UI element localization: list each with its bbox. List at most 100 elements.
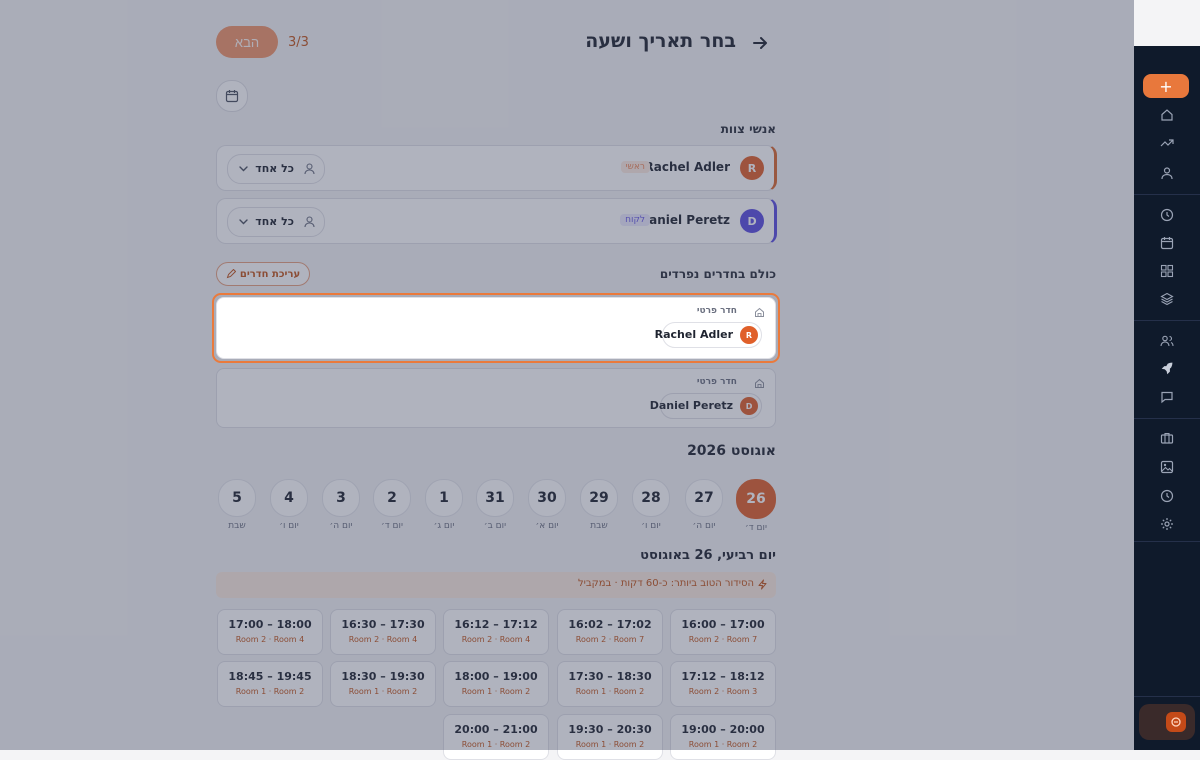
rooms-section-label: כולם בחדרים נפרדים (659, 267, 776, 281)
next-button[interactable]: הבא (216, 26, 278, 58)
slot-time: 18:30 – 19:30 (341, 670, 425, 683)
day-29[interactable]: 29 שבת (579, 479, 619, 531)
scope-label: כל אחד (255, 162, 294, 175)
slot-rooms: Room 2 · Room 4 (235, 635, 305, 644)
user-icon[interactable] (1160, 166, 1174, 180)
slot-time: 17:00 – 18:00 (228, 618, 312, 631)
day-number: 3 (322, 479, 360, 517)
divider (1134, 541, 1200, 542)
trending-icon[interactable] (1160, 136, 1174, 150)
time-slot[interactable]: 16:00 – 17:00 Room 2 · Room 7 (670, 609, 776, 655)
selected-day-heading: יום רביעי, 26 באוגוסט (640, 548, 776, 563)
scope-select[interactable]: כל אחד (227, 154, 325, 184)
avatar: D (740, 209, 764, 233)
time-slot[interactable]: 17:00 – 18:00 Room 2 · Room 4 (217, 609, 323, 655)
slot-rooms: Room 2 · Room 4 (461, 635, 531, 644)
time-slot[interactable]: 17:12 – 18:12 Room 2 · Room 3 (670, 661, 776, 707)
day-name: שבת (228, 521, 246, 531)
scope-label: כל אחד (255, 215, 294, 228)
slot-time: 16:30 – 17:30 (341, 618, 425, 631)
time-slot[interactable]: 19:00 – 20:00 Room 1 · Room 2 (670, 714, 776, 760)
best-arrangement-banner: הסידור הטוב ביותר: כ-60 דקות · במקביל (216, 572, 776, 598)
time-slot[interactable]: 20:00 – 21:00 Room 1 · Room 2 (443, 714, 549, 760)
slot-time: 18:45 – 19:45 (228, 670, 312, 683)
time-slot[interactable]: 16:02 – 17:02 Room 2 · Room 7 (557, 609, 663, 655)
slot-rooms: Room 2 · Room 7 (575, 635, 645, 644)
page-title: בחר תאריך ושעה (585, 30, 736, 52)
users-icon[interactable] (1160, 334, 1174, 348)
lightning-icon (757, 579, 768, 590)
person-name: Daniel Peretz (649, 399, 733, 412)
back-arrow-icon[interactable] (750, 33, 770, 53)
header: בחר תאריך ושעה 3/3 הבא (216, 26, 776, 60)
day-27[interactable]: 27 יום ה׳ (684, 479, 724, 531)
day-2[interactable]: 2 יום ד׳ (372, 479, 412, 531)
brand-button[interactable] (1139, 704, 1195, 740)
room-card-private-2[interactable]: חדר פרטי D Daniel Peretz (216, 368, 776, 428)
day-5[interactable]: 5 שבת (217, 479, 257, 531)
home-icon[interactable] (1160, 108, 1174, 122)
settings-icon[interactable] (1160, 517, 1174, 531)
grid-icon[interactable] (1160, 264, 1174, 278)
day-30[interactable]: 30 יום א׳ (527, 479, 567, 531)
staff-name: Rachel Adler (644, 160, 730, 174)
day-name: יום ד׳ (381, 521, 403, 531)
pencil-icon (226, 269, 236, 279)
avatar: D (740, 397, 758, 415)
day-number: 31 (476, 479, 514, 517)
slot-rooms: Room 2 · Room 7 (688, 635, 758, 644)
history-icon[interactable] (1160, 489, 1174, 503)
time-slot[interactable]: 16:12 – 17:12 Room 2 · Room 4 (443, 609, 549, 655)
slot-rooms: Room 1 · Room 2 (688, 740, 758, 749)
time-slot[interactable]: 17:30 – 18:30 Room 1 · Room 2 (557, 661, 663, 707)
clock-icon[interactable] (1160, 208, 1174, 222)
time-slot[interactable]: 18:45 – 19:45 Room 1 · Room 2 (217, 661, 323, 707)
message-icon[interactable] (1160, 390, 1174, 404)
day-number: 27 (685, 479, 723, 517)
user-icon (303, 162, 316, 175)
day-name: יום ו׳ (279, 521, 299, 531)
chevron-down-icon (238, 216, 249, 227)
user-icon (303, 215, 316, 228)
slot-rooms: Room 1 · Room 2 (348, 687, 418, 696)
layers-icon[interactable] (1160, 292, 1174, 306)
day-name: שבת (590, 521, 608, 531)
time-slot[interactable]: 19:30 – 20:30 Room 1 · Room 2 (557, 714, 663, 760)
person-chip: D Daniel Peretz (650, 393, 762, 419)
day-name: יום ג׳ (433, 521, 455, 531)
calendar-button[interactable] (216, 80, 248, 112)
edit-rooms-button[interactable]: עריכת חדרים (216, 262, 310, 286)
time-slot[interactable]: 16:30 – 17:30 Room 2 · Room 4 (330, 609, 436, 655)
slot-rooms: Room 1 · Room 2 (235, 687, 305, 696)
day-28[interactable]: 28 יום ו׳ (631, 479, 671, 531)
day-3[interactable]: 3 יום ה׳ (321, 479, 361, 531)
slot-rooms: Room 1 · Room 2 (461, 687, 531, 696)
add-button[interactable]: + (1143, 74, 1189, 98)
room-card-private-1[interactable]: חדר פרטי R Rachel Adler (212, 293, 780, 363)
rocket-icon[interactable] (1160, 362, 1174, 376)
calendar-icon (225, 89, 239, 103)
day-26[interactable]: 26 יום ד׳ (736, 479, 776, 533)
briefcase-icon[interactable] (1160, 431, 1174, 445)
day-name: יום ה׳ (329, 521, 353, 531)
scope-select[interactable]: כל אחד (227, 207, 325, 237)
slot-time: 16:00 – 17:00 (681, 618, 765, 631)
avatar: R (740, 156, 764, 180)
role-badge: ראשי (620, 161, 650, 173)
calendar-icon[interactable] (1160, 236, 1174, 250)
day-number: 28 (632, 479, 670, 517)
divider (1134, 320, 1200, 321)
day-31[interactable]: 31 יום ב׳ (475, 479, 515, 531)
slot-time: 19:30 – 20:30 (568, 723, 652, 736)
divider (1134, 696, 1200, 697)
time-slot[interactable]: 18:30 – 19:30 Room 1 · Room 2 (330, 661, 436, 707)
day-4[interactable]: 4 יום ו׳ (269, 479, 309, 531)
image-icon[interactable] (1160, 460, 1174, 474)
person-chip: R Rachel Adler (655, 322, 762, 348)
day-number: 4 (270, 479, 308, 517)
day-number: 5 (218, 479, 256, 517)
divider (1134, 418, 1200, 419)
avatar: R (740, 326, 758, 344)
time-slot[interactable]: 18:00 – 19:00 Room 1 · Room 2 (443, 661, 549, 707)
day-1[interactable]: 1 יום ג׳ (424, 479, 464, 531)
